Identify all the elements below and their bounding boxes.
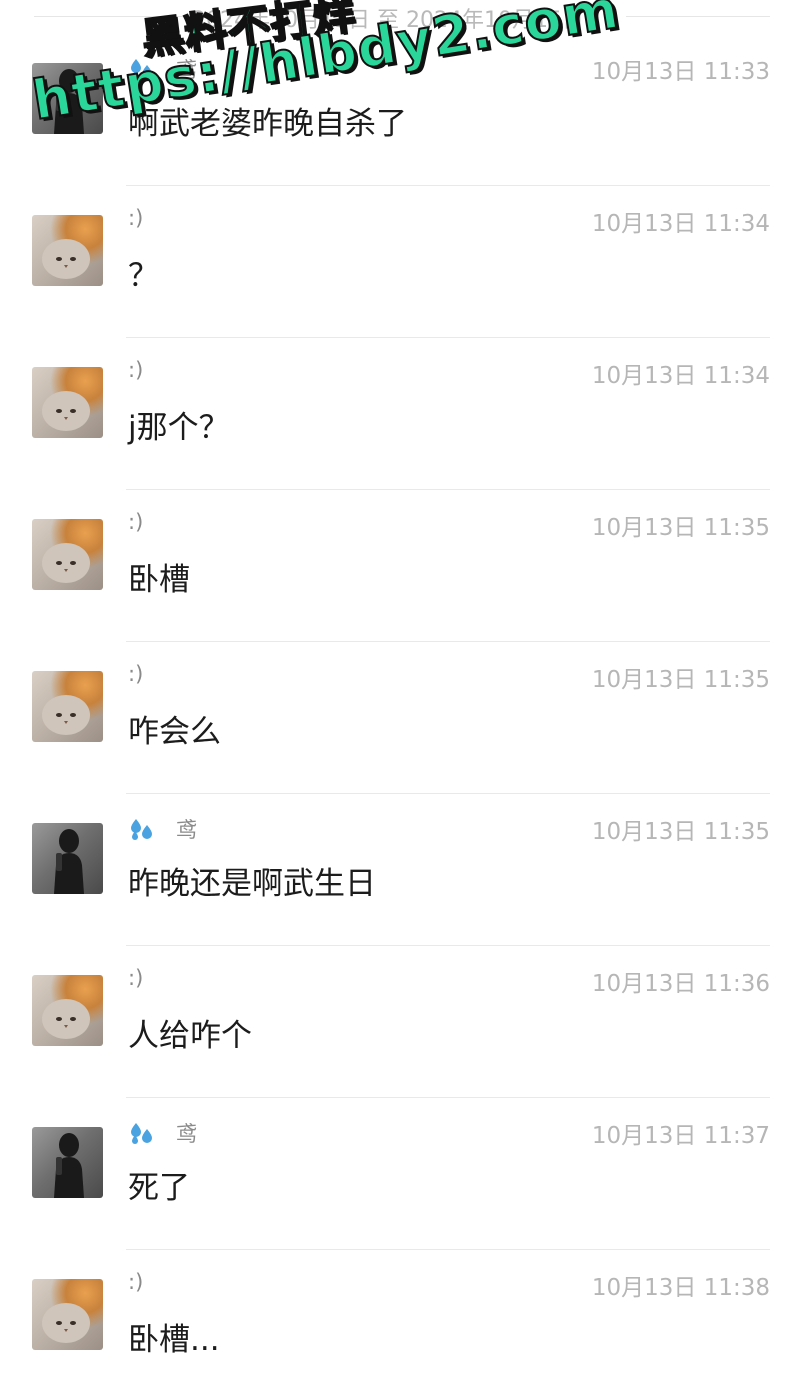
avatar[interactable] [32,1127,103,1198]
message-row[interactable]: 鸢 10月13日 11:35 昨晚还是啊武生日 [0,794,800,946]
message-text[interactable]: 卧槽... [128,1314,220,1359]
sender-name-text: :) [128,358,144,382]
person-silhouette-icon [54,829,84,894]
message-row[interactable]: 鸢 10月13日 11:37 死了 [0,1098,800,1250]
sender-name: 鸢 [128,54,197,84]
message-timestamp: 10月13日 11:36 [591,971,770,997]
avatar[interactable] [32,215,103,286]
avatar[interactable] [32,823,103,894]
sender-name-text: :) [128,966,144,990]
sender-name-text: :) [128,510,144,534]
date-range-header: 2024年10月13日 至 2024年10月15日 [0,0,800,34]
avatar[interactable] [32,519,103,590]
message-text[interactable]: 咋会么 [128,706,221,751]
avatar[interactable] [32,671,103,742]
sweat-drops-icon [131,819,152,840]
message-text[interactable]: 卧槽 [128,554,190,599]
message-text[interactable]: 人给咋个 [128,1010,252,1055]
cat-avatar-icon [42,695,90,735]
message-row[interactable]: :) 10月13日 11:38 卧槽... [0,1250,800,1383]
date-range-text: 2024年10月13日 至 2024年10月15日 [192,8,584,33]
sender-name: 鸢 [128,814,197,844]
sender-name-text: :) [128,1270,144,1294]
message-timestamp: 10月13日 11:35 [591,667,770,693]
message-text[interactable]: 死了 [128,1162,190,1207]
sender-name-text: :) [128,206,144,230]
message-row[interactable]: :) 10月13日 11:34 ？ [0,186,800,338]
message-text[interactable]: 昨晚还是啊武生日 [128,858,376,903]
sender-name: :) [128,206,143,230]
message-timestamp: 10月13日 11:34 [591,363,770,389]
message-timestamp: 10月13日 11:37 [591,1123,770,1149]
avatar[interactable] [32,367,103,438]
message-row[interactable]: :) 10月13日 11:35 咋会么 [0,642,800,794]
message-row[interactable]: :) 10月13日 11:35 卧槽 [0,490,800,642]
cat-avatar-icon [42,1303,90,1343]
header-divider-right [626,16,770,17]
avatar[interactable] [32,63,103,134]
person-silhouette-icon [54,69,84,134]
sender-name-text: :) [128,662,144,686]
message-row[interactable]: 鸢 10月13日 11:33 啊武老婆昨晚自杀了 [0,34,800,186]
sender-name: :) [128,358,143,382]
sender-name: 鸢 [128,1118,197,1148]
cat-avatar-icon [42,239,90,279]
message-row[interactable]: :) 10月13日 11:36 人给咋个 [0,946,800,1098]
sender-name: :) [128,966,143,990]
person-silhouette-icon [54,1133,84,1198]
sender-name-text: 鸢 [176,1122,197,1146]
message-timestamp: 10月13日 11:34 [591,211,770,237]
sender-name: :) [128,1270,143,1294]
message-row[interactable]: :) 10月13日 11:34 j那个？ [0,338,800,490]
header-divider-left [34,16,184,17]
avatar[interactable] [32,1279,103,1350]
sender-name-text: 鸢 [176,818,197,842]
sender-name: :) [128,510,143,534]
cat-avatar-icon [42,391,90,431]
message-timestamp: 10月13日 11:38 [591,1275,770,1301]
message-timestamp: 10月13日 11:33 [591,59,770,85]
message-timestamp: 10月13日 11:35 [591,819,770,845]
sender-name-text: 鸢 [176,58,197,82]
sender-name: :) [128,662,143,686]
cat-avatar-icon [42,999,90,1039]
message-text[interactable]: j那个？ [128,402,230,447]
avatar[interactable] [32,975,103,1046]
sweat-drops-icon [131,59,152,80]
cat-avatar-icon [42,543,90,583]
message-text[interactable]: ？ [128,250,159,295]
message-timestamp: 10月13日 11:35 [591,515,770,541]
sweat-drops-icon [131,1123,152,1144]
message-text[interactable]: 啊武老婆昨晚自杀了 [128,98,407,143]
